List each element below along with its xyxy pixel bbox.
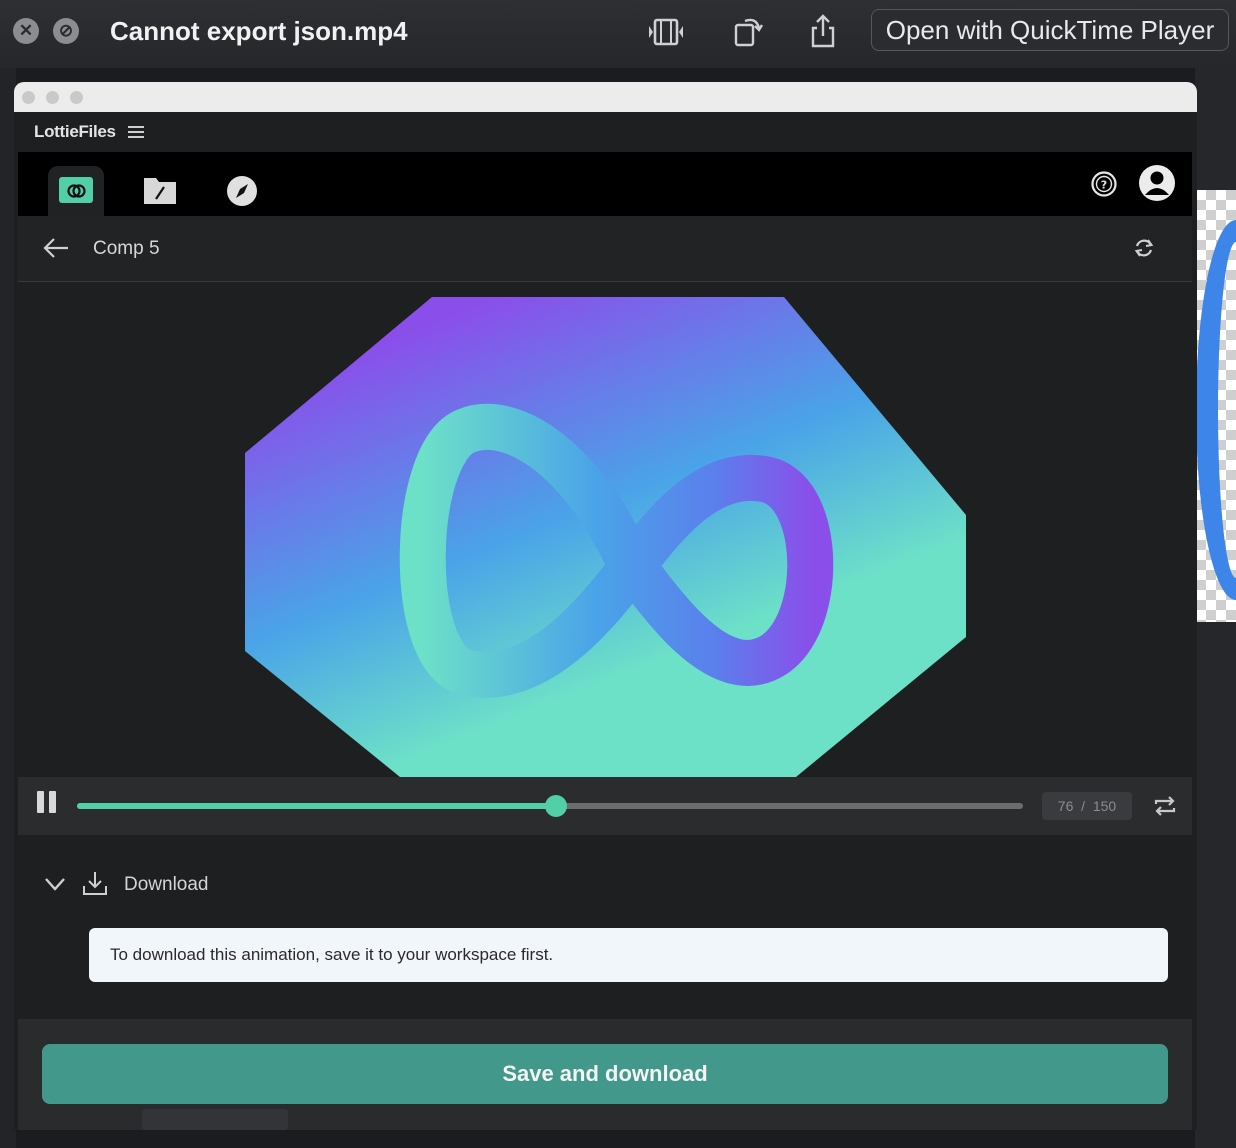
discover-icon [227,176,257,206]
seek-progress [77,803,557,809]
composition-title: Comp 5 [93,238,160,259]
open-with-quicktime-button[interactable]: Open with QuickTime Player [871,9,1229,51]
preview-icon [59,177,93,203]
lottie-infinity-animation [245,297,966,777]
frame-separator: / [1081,798,1086,814]
download-label: Download [124,874,209,895]
download-icon [83,872,107,895]
tab-preview[interactable] [48,166,104,216]
chevron-down-icon[interactable] [44,876,66,892]
total-frames: 150 [1092,798,1117,814]
animation-preview [18,283,1192,777]
tab-bar: ? [18,152,1192,216]
tab-discover[interactable] [214,166,270,216]
loop-icon[interactable] [1150,791,1180,821]
plugin-header: LottieFiles [14,112,1197,152]
tab-files[interactable] [132,166,188,216]
window-titlebar [14,82,1197,112]
frame-counter: 76 / 150 [1042,792,1132,820]
svg-text:?: ? [1101,179,1107,192]
app-title: LottieFiles [34,122,116,141]
save-and-download-button[interactable]: Save and download [42,1044,1168,1104]
refresh-icon[interactable] [1132,236,1156,260]
composition-bar: Comp 5 [18,216,1192,282]
menu-icon[interactable] [128,125,144,139]
window-close-button[interactable] [22,91,35,104]
download-notice: To download this animation, save it to y… [89,928,1168,982]
lottiefiles-plugin-window: LottieFiles ? Comp 5 76 / 150 Download T… [14,82,1197,1130]
quicklook-titlebar: ✕ ⊘ Cannot export json.mp4 Open with Qui… [0,0,1236,68]
player-controls: 76 / 150 [18,777,1192,835]
pause-button[interactable] [37,791,57,813]
seek-slider[interactable] [77,795,1023,817]
share-icon[interactable] [803,12,843,52]
seek-thumb[interactable] [545,795,568,817]
window-minimize-button[interactable] [46,91,59,104]
markup-icon[interactable]: ⊘ [53,18,79,44]
user-avatar-icon[interactable] [1138,164,1176,202]
back-arrow-icon[interactable] [42,236,70,260]
transparency-checkerboard [1196,190,1236,622]
close-icon[interactable]: ✕ [13,18,39,44]
current-frame: 76 [1057,798,1074,814]
help-icon[interactable]: ? [1090,170,1118,198]
folder-icon [144,178,176,204]
file-title: Cannot export json.mp4 [110,16,408,46]
trim-video-icon[interactable] [646,12,686,52]
download-section-header[interactable]: Download [18,852,1192,912]
footer-placeholder-bar [142,1109,288,1130]
window-zoom-button[interactable] [70,91,83,104]
rotate-icon[interactable] [728,12,768,52]
